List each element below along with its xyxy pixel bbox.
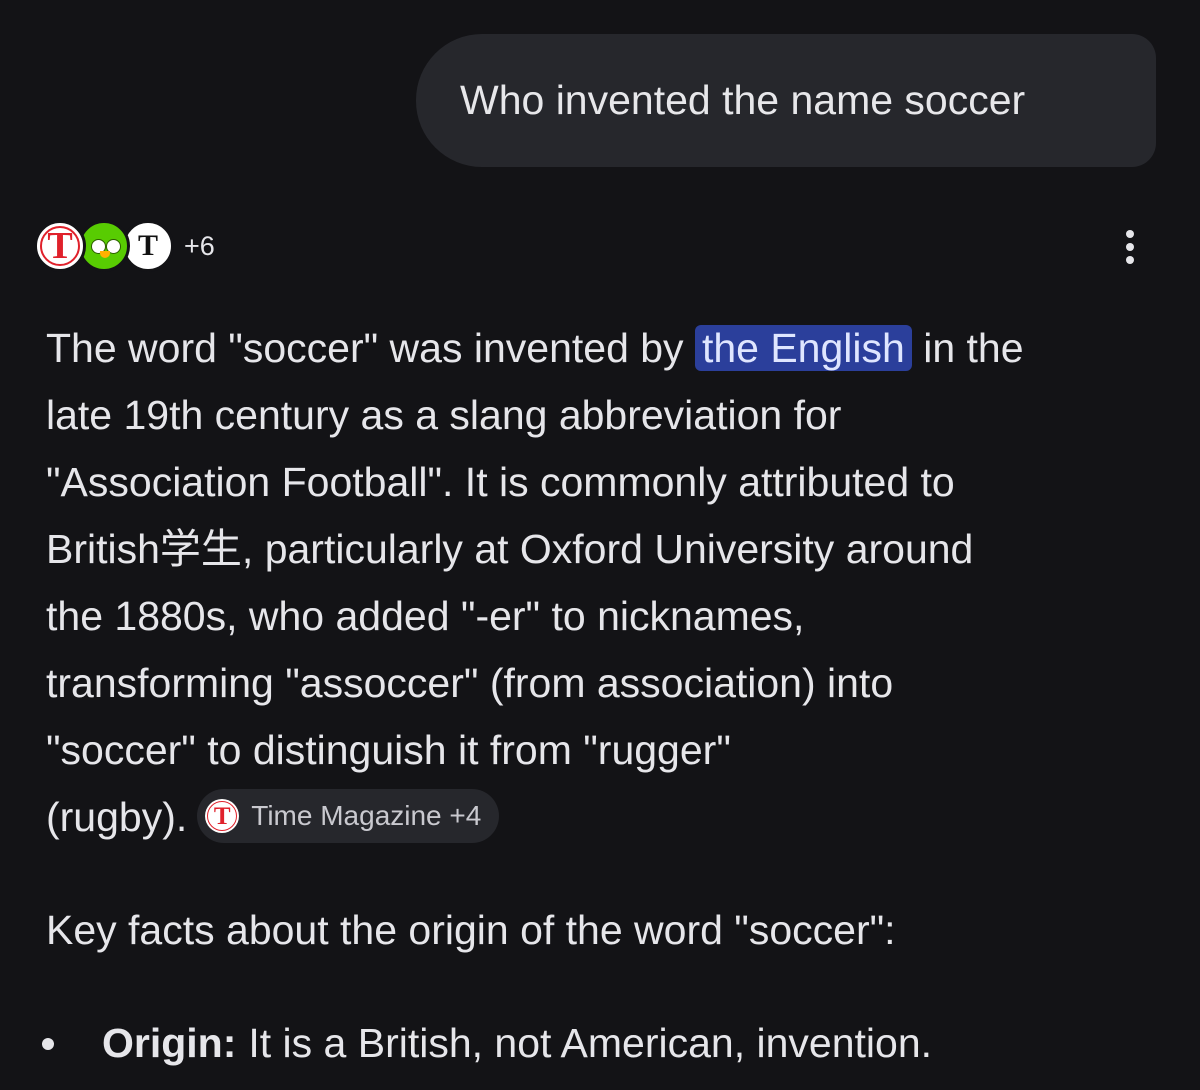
highlighted-term-link[interactable]: the English [694,325,912,371]
bullet-label: Origin: [102,1020,237,1066]
ai-answer-screen: Who invented the name soccer T T +6 The … [0,0,1200,1090]
answer-text: in the [911,325,1024,371]
answer-text: The word "soccer" was invented by [46,325,695,371]
answer-line: British学生, particularly at Oxford Univer… [46,526,974,572]
kebab-dot [1126,230,1134,238]
answer-text: (rugby). [46,794,188,840]
time-logo-glyph: T [47,225,73,267]
duolingo-beak [100,251,110,258]
answer-line: (rugby). T Time Magazine +4 [46,784,1156,851]
bullet-icon [42,1037,54,1050]
nyt-logo-glyph: T [137,229,158,262]
time-logo-glyph: T [213,802,231,830]
user-query-text: Who invented the name soccer [460,77,1026,123]
user-query-bubble: Who invented the name soccer [416,34,1156,167]
answer-line: late 19th century as a slang abbreviatio… [46,392,842,438]
answer-line: transforming "assoccer" (from associatio… [46,660,894,706]
key-facts-heading: Key facts about the origin of the word "… [46,907,896,953]
citation-label: Time Magazine +4 [251,800,482,832]
bullet-text: It is a British, not American, invention… [248,1020,933,1066]
list-item: Origin: It is a British, not American, i… [40,1010,932,1077]
sources-row[interactable]: T T +6 [34,216,215,276]
answer-line: the 1880s, who added "-er" to nicknames, [46,593,805,639]
answer-line: "soccer" to distinguish it from "rugger" [46,727,731,773]
answer-paragraph: The word "soccer" was invented by the En… [46,315,1156,851]
time-magazine-icon[interactable]: T [34,220,86,272]
kebab-dot [1126,256,1134,264]
more-sources-count[interactable]: +6 [184,231,215,262]
time-magazine-icon: T [205,799,240,834]
more-options-icon[interactable] [1116,226,1144,268]
citation-chip[interactable]: T Time Magazine +4 [197,789,500,844]
answer-line: "Association Football". It is commonly a… [46,459,955,505]
answer-line: The word "soccer" was invented by the En… [46,315,1156,382]
kebab-dot [1126,243,1134,251]
